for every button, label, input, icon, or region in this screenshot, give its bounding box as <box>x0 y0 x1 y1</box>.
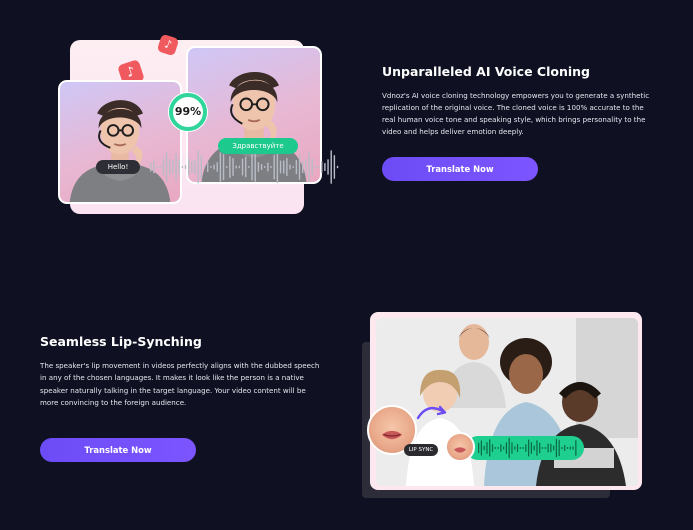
translated-caption-badge: Здравствуйте <box>218 138 298 154</box>
lips-illustration <box>453 447 467 453</box>
sound-wave-icon <box>150 150 339 184</box>
original-voice-speaker-photo <box>58 80 182 204</box>
sound-wave-icon <box>478 438 577 458</box>
lip-sync-badge: LIP SYNC <box>404 444 438 456</box>
voice-cloning-translate-button[interactable]: Translate Now <box>382 157 538 181</box>
lip-sync-translate-button[interactable]: Translate Now <box>40 438 196 462</box>
lip-sync-description: The speaker's lip movement in videos per… <box>40 361 320 407</box>
synced-mouth-closeup <box>445 432 475 462</box>
lip-sync-title: Seamless Lip-Synching <box>40 334 202 349</box>
woman-headset-illustration <box>69 100 171 202</box>
curved-arrow-icon <box>416 405 447 420</box>
similarity-percentage: 99% <box>174 105 202 118</box>
voice-cloning-description: Vdnoz's AI voice cloning technology empo… <box>382 91 650 136</box>
voice-cloning-title: Unparalleled AI Voice Cloning <box>382 64 590 79</box>
original-caption-badge: Hello! <box>96 160 140 174</box>
